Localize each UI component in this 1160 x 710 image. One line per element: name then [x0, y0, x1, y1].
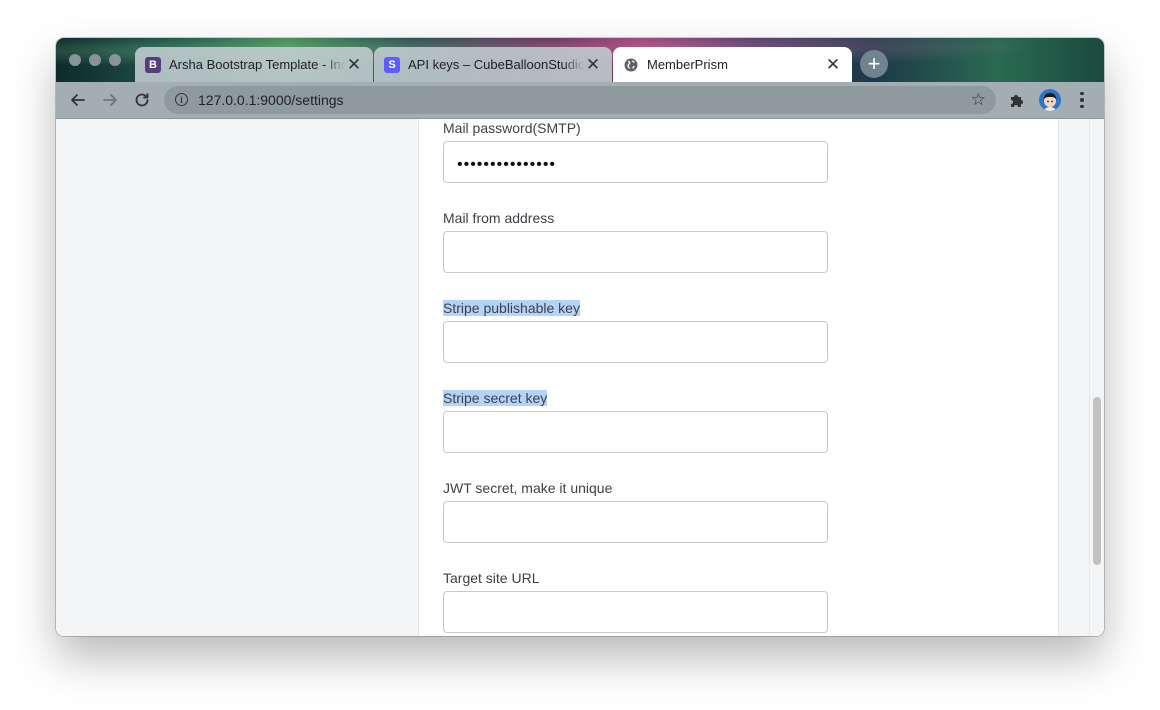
tab-arsha[interactable]: B Arsha Bootstrap Template - Index ✕ — [135, 47, 373, 82]
scrollbar-thumb[interactable] — [1093, 397, 1101, 565]
tab-close-icon[interactable]: ✕ — [824, 55, 842, 74]
window-minimize-button[interactable] — [89, 54, 101, 66]
stripe-secret-key-label-text: Stripe secret key — [443, 390, 548, 406]
site-info-icon[interactable]: i — [175, 93, 188, 106]
browser-toolbar: i 127.0.0.1:9000/settings ☆ — [56, 82, 1104, 119]
stripe-publishable-key-label-text: Stripe publishable key — [443, 300, 580, 316]
new-tab-button[interactable]: + — [860, 50, 888, 78]
window-close-button[interactable] — [69, 54, 81, 66]
jwt-secret-label: JWT secret, make it unique — [443, 480, 613, 496]
browser-window: B Arsha Bootstrap Template - Index ✕ S A… — [56, 38, 1104, 636]
tab-title: Arsha Bootstrap Template - Index — [169, 57, 345, 72]
target-site-url-label: Target site URL — [443, 570, 540, 586]
window-zoom-button[interactable] — [109, 54, 121, 66]
tab-stripe-api-keys[interactable]: S API keys – CubeBalloonStudio – Stripe … — [374, 47, 612, 82]
tab-close-icon[interactable]: ✕ — [584, 55, 602, 74]
jwt-secret-field[interactable] — [443, 501, 828, 543]
back-arrow-icon[interactable] — [66, 88, 90, 112]
globe-icon — [623, 57, 639, 73]
mail-password-field[interactable]: ••••••••••••••• — [443, 141, 828, 183]
bookmark-star-icon[interactable]: ☆ — [971, 90, 986, 110]
profile-avatar[interactable] — [1039, 89, 1061, 111]
stripe-secret-key-label: Stripe secret key — [443, 389, 548, 407]
address-bar[interactable]: i 127.0.0.1:9000/settings ☆ — [164, 86, 996, 114]
extensions-puzzle-icon[interactable] — [1008, 91, 1026, 114]
tab-close-icon[interactable]: ✕ — [345, 55, 363, 74]
forward-arrow-icon[interactable] — [98, 88, 122, 112]
target-site-url-field[interactable] — [443, 591, 828, 633]
tab-title: MemberPrism — [647, 57, 728, 72]
stripe-publishable-key-field[interactable] — [443, 321, 828, 363]
tab-title: API keys – CubeBalloonStudio – Stripe — [408, 57, 584, 72]
mail-password-label: Mail password(SMTP) — [443, 120, 581, 136]
stripe-secret-key-field[interactable] — [443, 411, 828, 453]
bootstrap-favicon-icon: B — [145, 56, 161, 73]
reload-icon[interactable] — [130, 88, 154, 112]
stripe-publishable-key-label: Stripe publishable key — [443, 299, 580, 317]
tab-memberprism[interactable]: MemberPrism ✕ — [613, 47, 852, 82]
page-viewport: Mail password(SMTP) ••••••••••••••• Mail… — [56, 119, 1104, 636]
mail-from-address-label: Mail from address — [443, 210, 555, 226]
mail-from-address-field[interactable] — [443, 231, 828, 273]
stripe-favicon-icon: S — [384, 56, 400, 73]
address-url[interactable]: 127.0.0.1:9000/settings — [198, 92, 344, 108]
tab-strip: B Arsha Bootstrap Template - Index ✕ S A… — [56, 38, 1104, 82]
settings-form-card — [418, 119, 1059, 636]
browser-menu-icon[interactable] — [1076, 90, 1088, 110]
